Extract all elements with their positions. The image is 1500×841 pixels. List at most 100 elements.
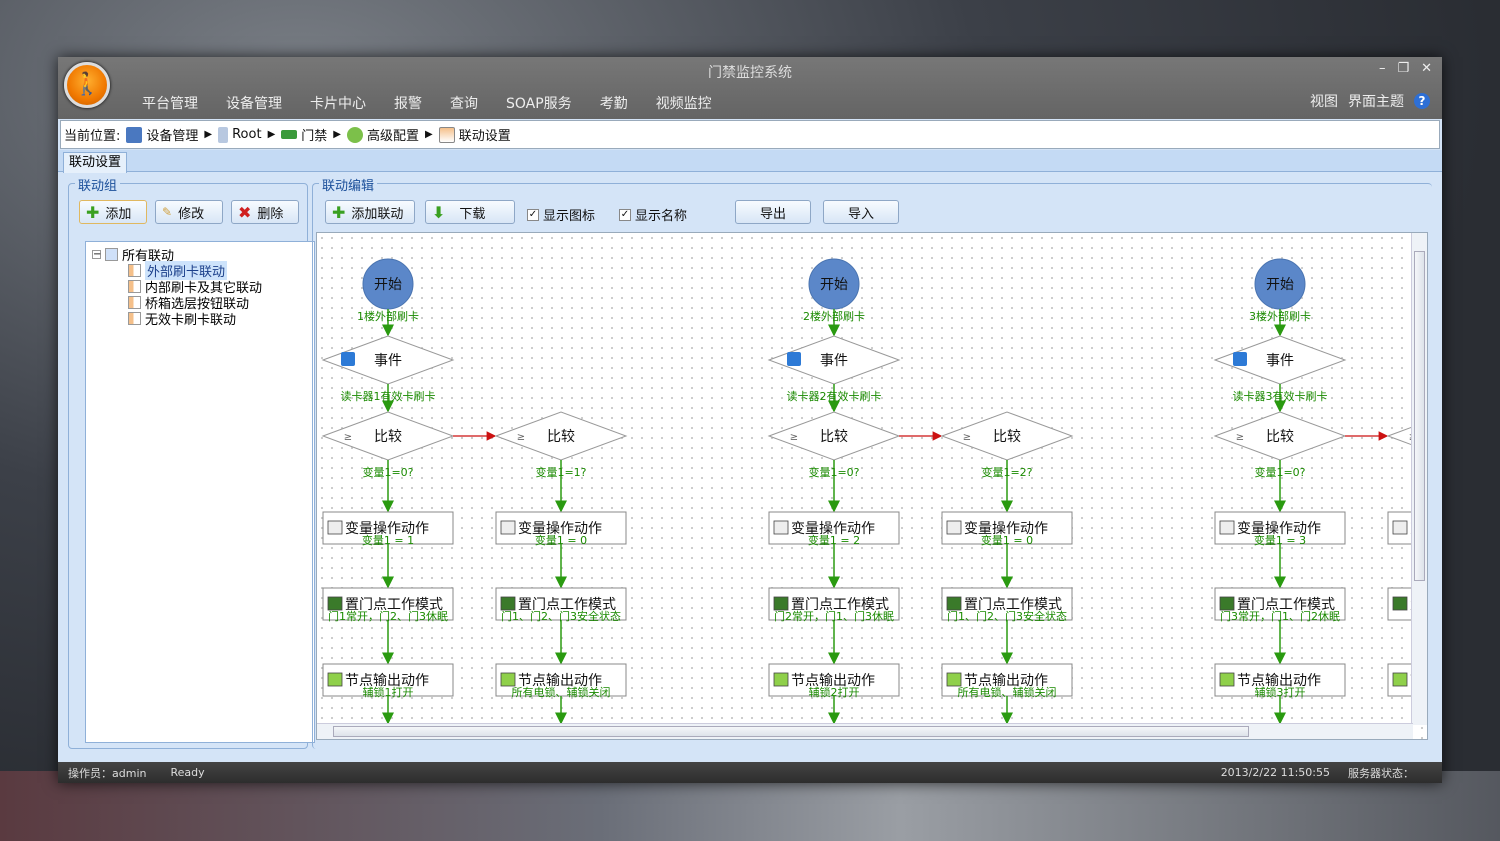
door-mode-icon: [1392, 596, 1408, 611]
flowchart-canvas[interactable]: 开始 1楼外部刷卡 事件 读卡器1有效卡刷卡 ≥ 比较 变量1=0? 变量操作动作 变量1 = …: [316, 232, 1428, 740]
collapse-icon[interactable]: −: [92, 249, 101, 259]
add-linkage-label: 添加联动: [351, 206, 404, 222]
flow-label: 变量1 = 0: [535, 533, 587, 547]
window-title: 门禁监控系统: [708, 65, 792, 81]
edit-button[interactable]: ✎ 修改: [155, 200, 223, 224]
flow-label: 读卡器1有效卡刷卡: [341, 389, 436, 403]
event-label: 事件: [1266, 353, 1294, 369]
operator-label: 操作员：admin: [68, 766, 147, 780]
var-action-icon: [773, 520, 789, 535]
menu-card[interactable]: 卡片中心: [296, 93, 380, 113]
import-button[interactable]: 导入: [823, 200, 899, 224]
menu-alarm[interactable]: 报警: [380, 93, 436, 113]
flow-label: 2楼外部刷卡: [803, 309, 865, 323]
menu-theme[interactable]: 界面主题: [1348, 91, 1404, 111]
tab-bar: 联动设置: [58, 150, 1442, 173]
output-icon: [946, 672, 962, 687]
flow-label: 变量1=1?: [535, 465, 586, 479]
arrow-right-icon: ▶: [425, 129, 433, 140]
door-mode-icon: [327, 596, 343, 611]
minimize-button[interactable]: –: [1379, 61, 1386, 76]
export-button[interactable]: 导出: [735, 200, 811, 224]
flow-label: 门3常开，门1、门2休眠: [1220, 609, 1340, 623]
config-icon: [346, 126, 363, 143]
server-icon: [218, 126, 229, 143]
var-action-icon: [327, 520, 343, 535]
device-icon: [126, 126, 143, 143]
var-action-icon: [1392, 520, 1408, 535]
output-icon: [327, 672, 343, 687]
tree-item-label: 无效卡刷卡联动: [145, 312, 237, 328]
download-button[interactable]: ⬇ 下载: [425, 200, 515, 224]
menu-device[interactable]: 设备管理: [212, 93, 296, 113]
flow-label: 变量1 = 1: [362, 533, 414, 547]
server-status: 服务器状态：: [1348, 766, 1414, 780]
help-icon[interactable]: ?: [1414, 93, 1430, 109]
arrow-right-icon: ▶: [204, 129, 213, 140]
flow-label: 门1、门2、门3安全状态: [947, 609, 1067, 623]
flow-label: 变量1=0?: [362, 465, 413, 479]
flow-label: 辅锁1打开: [363, 685, 414, 699]
folder-icon: [105, 247, 118, 261]
horizontal-scrollbar[interactable]: [317, 723, 1413, 739]
scroll-thumb[interactable]: [1414, 251, 1425, 581]
flow-label: 3楼外部刷卡: [1249, 309, 1311, 323]
flow-label: 门2常开，门1、门3休眠: [774, 609, 894, 623]
flow-label: 变量1=0?: [808, 465, 859, 479]
compare-label: 比较: [547, 429, 575, 445]
tab-linkage-settings[interactable]: 联动设置: [63, 152, 128, 173]
breadcrumb-item[interactable]: 高级配置: [367, 125, 419, 144]
menu-platform[interactable]: 平台管理: [128, 93, 212, 113]
flow-label: 1楼外部刷卡: [357, 309, 419, 323]
door-mode-icon: [500, 596, 516, 611]
panel-title: 联动编辑: [319, 175, 378, 194]
breadcrumb-item[interactable]: Root: [232, 127, 261, 142]
show-name-label: 显示名称: [635, 209, 688, 224]
output-icon: [1392, 672, 1408, 687]
door-mode-icon: [946, 596, 962, 611]
breadcrumb-item[interactable]: 设备管理: [146, 125, 198, 144]
menu-query[interactable]: 查询: [436, 93, 492, 113]
show-icon-label: 显示图标: [543, 209, 596, 224]
compare-icon: ≥: [1236, 432, 1244, 443]
flow-label: 读卡器2有效卡刷卡: [787, 389, 882, 403]
breadcrumb-item[interactable]: 门禁: [301, 125, 327, 144]
compare-label: 比较: [820, 429, 848, 445]
flow-label: 变量1=0?: [1254, 465, 1305, 479]
vertical-scrollbar[interactable]: [1411, 233, 1427, 725]
start-label: 开始: [374, 277, 402, 293]
output-icon: [1219, 672, 1235, 687]
scroll-thumb[interactable]: [333, 726, 1249, 737]
flow-label: 变量1=2?: [981, 465, 1032, 479]
app-window: 🚶 门禁监控系统 – ❐ ✕ 平台管理 设备管理 卡片中心 报警 查询 SOAP…: [58, 57, 1442, 783]
delete-button[interactable]: ✖ 删除: [231, 200, 299, 224]
download-icon: ⬇: [432, 202, 446, 222]
board-icon: [281, 130, 298, 139]
menu-video[interactable]: 视频监控: [642, 93, 726, 113]
menu-view[interactable]: 视图: [1310, 91, 1338, 111]
linkage-icon: [128, 311, 141, 325]
event-label: 事件: [820, 353, 848, 369]
show-name-checkbox[interactable]: ✓ 显示名称: [619, 205, 687, 224]
restore-button[interactable]: ❐: [1397, 61, 1409, 76]
datetime: 2013/2/22 11:50:55: [1220, 766, 1330, 779]
compare-label: 比较: [993, 429, 1021, 445]
menu-attendance[interactable]: 考勤: [586, 93, 642, 113]
close-button[interactable]: ✕: [1421, 61, 1432, 76]
breadcrumb-item[interactable]: 联动设置: [459, 125, 511, 144]
add-button[interactable]: ✚ 添加: [79, 200, 147, 224]
checkbox-checked-icon: ✓: [619, 208, 631, 221]
checkbox-checked-icon: ✓: [527, 208, 539, 221]
flow-label: 门1常开，门2、门3休眠: [328, 609, 448, 623]
tree-item[interactable]: 无效卡刷卡联动: [92, 310, 308, 328]
menu-soap[interactable]: SOAP服务: [492, 93, 586, 113]
linkage-icon: [128, 295, 141, 309]
linkage-icon: [128, 279, 141, 293]
var-action-icon: [1219, 520, 1235, 535]
add-linkage-button[interactable]: ✚ 添加联动: [325, 200, 415, 224]
download-label: 下载: [459, 206, 486, 222]
delete-label: 删除: [257, 206, 284, 222]
compare-icon: ≥: [790, 432, 798, 443]
flow-label: 门1、门2、门3安全状态: [501, 609, 621, 623]
show-icon-checkbox[interactable]: ✓ 显示图标: [527, 205, 595, 224]
